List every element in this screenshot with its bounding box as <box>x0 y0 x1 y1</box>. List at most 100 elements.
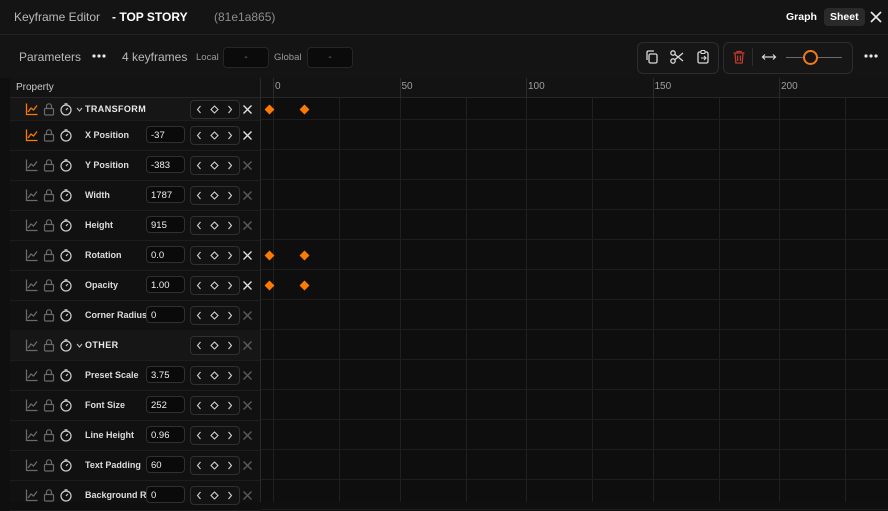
next-keyframe-icon[interactable] <box>227 341 233 350</box>
property-value-field[interactable]: 3.75 <box>146 366 185 383</box>
add-keyframe-icon[interactable] <box>210 105 219 114</box>
graph-toggle-icon[interactable] <box>25 188 39 202</box>
graph-toggle-icon[interactable] <box>25 428 39 442</box>
lock-icon[interactable] <box>42 278 56 292</box>
remove-keyframes-icon[interactable] <box>242 310 253 321</box>
add-keyframe-icon[interactable] <box>210 251 219 260</box>
prev-keyframe-icon[interactable] <box>196 221 202 230</box>
next-keyframe-icon[interactable] <box>227 491 233 500</box>
paste-icon[interactable] <box>694 48 712 66</box>
property-value-field[interactable]: 0.96 <box>146 426 185 443</box>
prev-keyframe-icon[interactable] <box>196 191 202 200</box>
stopwatch-icon[interactable] <box>59 248 73 262</box>
next-keyframe-icon[interactable] <box>227 251 233 260</box>
keyframe-diamond[interactable] <box>299 250 310 260</box>
lock-icon[interactable] <box>42 158 56 172</box>
stopwatch-icon[interactable] <box>59 158 73 172</box>
remove-keyframes-icon[interactable] <box>242 104 253 115</box>
add-keyframe-icon[interactable] <box>210 371 219 380</box>
add-keyframe-icon[interactable] <box>210 131 219 140</box>
next-keyframe-icon[interactable] <box>227 371 233 380</box>
property-value-field[interactable]: 0 <box>146 486 185 503</box>
remove-keyframes-icon[interactable] <box>242 370 253 381</box>
remove-keyframes-icon[interactable] <box>242 340 253 351</box>
prev-keyframe-icon[interactable] <box>196 341 202 350</box>
graph-toggle-icon[interactable] <box>25 102 39 116</box>
remove-keyframes-icon[interactable] <box>242 190 253 201</box>
graph-toggle-icon[interactable] <box>25 458 39 472</box>
property-value-field[interactable]: 915 <box>146 216 185 233</box>
add-keyframe-icon[interactable] <box>210 401 219 410</box>
tab-sheet[interactable]: Sheet <box>824 8 865 26</box>
next-keyframe-icon[interactable] <box>227 431 233 440</box>
add-keyframe-icon[interactable] <box>210 461 219 470</box>
lock-icon[interactable] <box>42 428 56 442</box>
lock-icon[interactable] <box>42 218 56 232</box>
property-value-field[interactable]: 60 <box>146 456 185 473</box>
stopwatch-icon[interactable] <box>59 128 73 142</box>
global-field[interactable]: - <box>307 47 353 68</box>
prev-keyframe-icon[interactable] <box>196 431 202 440</box>
next-keyframe-icon[interactable] <box>227 281 233 290</box>
property-value-field[interactable]: 252 <box>146 396 185 413</box>
fit-width-icon[interactable] <box>760 48 778 66</box>
add-keyframe-icon[interactable] <box>210 161 219 170</box>
next-keyframe-icon[interactable] <box>227 461 233 470</box>
add-keyframe-icon[interactable] <box>210 341 219 350</box>
next-keyframe-icon[interactable] <box>227 221 233 230</box>
zoom-slider-handle[interactable] <box>803 50 818 65</box>
remove-keyframes-icon[interactable] <box>242 160 253 171</box>
lock-icon[interactable] <box>42 188 56 202</box>
graph-toggle-icon[interactable] <box>25 338 39 352</box>
add-keyframe-icon[interactable] <box>210 311 219 320</box>
remove-keyframes-icon[interactable] <box>242 430 253 441</box>
timeline-ruler[interactable]: 0 50 100 150 200 <box>261 78 888 98</box>
lock-icon[interactable] <box>42 458 56 472</box>
prev-keyframe-icon[interactable] <box>196 281 202 290</box>
next-keyframe-icon[interactable] <box>227 105 233 114</box>
next-keyframe-icon[interactable] <box>227 311 233 320</box>
remove-keyframes-icon[interactable] <box>242 400 253 411</box>
more-options-icon[interactable] <box>91 50 107 62</box>
chevron-down-icon[interactable] <box>76 342 83 349</box>
property-value-field[interactable]: -383 <box>146 156 185 173</box>
add-keyframe-icon[interactable] <box>210 221 219 230</box>
property-value-field[interactable]: 0.0 <box>146 246 185 263</box>
remove-keyframes-icon[interactable] <box>242 220 253 231</box>
tab-graph[interactable]: Graph <box>780 8 823 26</box>
stopwatch-icon[interactable] <box>59 102 73 116</box>
close-icon[interactable] <box>867 8 885 26</box>
stopwatch-icon[interactable] <box>59 398 73 412</box>
overflow-menu-icon[interactable] <box>863 50 879 62</box>
add-keyframe-icon[interactable] <box>210 491 219 500</box>
graph-toggle-icon[interactable] <box>25 368 39 382</box>
next-keyframe-icon[interactable] <box>227 191 233 200</box>
remove-keyframes-icon[interactable] <box>242 280 253 291</box>
copy-icon[interactable] <box>643 48 661 66</box>
next-keyframe-icon[interactable] <box>227 161 233 170</box>
lock-icon[interactable] <box>42 338 56 352</box>
add-keyframe-icon[interactable] <box>210 431 219 440</box>
add-keyframe-icon[interactable] <box>210 191 219 200</box>
next-keyframe-icon[interactable] <box>227 131 233 140</box>
graph-toggle-icon[interactable] <box>25 308 39 322</box>
lock-icon[interactable] <box>42 102 56 116</box>
property-value-field[interactable]: 1.00 <box>146 276 185 293</box>
prev-keyframe-icon[interactable] <box>196 131 202 140</box>
remove-keyframes-icon[interactable] <box>242 250 253 261</box>
graph-toggle-icon[interactable] <box>25 158 39 172</box>
chevron-down-icon[interactable] <box>76 106 83 113</box>
add-keyframe-icon[interactable] <box>210 281 219 290</box>
prev-keyframe-icon[interactable] <box>196 251 202 260</box>
prev-keyframe-icon[interactable] <box>196 311 202 320</box>
stopwatch-icon[interactable] <box>59 308 73 322</box>
lock-icon[interactable] <box>42 128 56 142</box>
prev-keyframe-icon[interactable] <box>196 491 202 500</box>
lock-icon[interactable] <box>42 398 56 412</box>
next-keyframe-icon[interactable] <box>227 401 233 410</box>
property-value-field[interactable]: 1787 <box>146 186 185 203</box>
stopwatch-icon[interactable] <box>59 338 73 352</box>
delete-icon[interactable] <box>730 48 748 66</box>
prev-keyframe-icon[interactable] <box>196 161 202 170</box>
stopwatch-icon[interactable] <box>59 428 73 442</box>
